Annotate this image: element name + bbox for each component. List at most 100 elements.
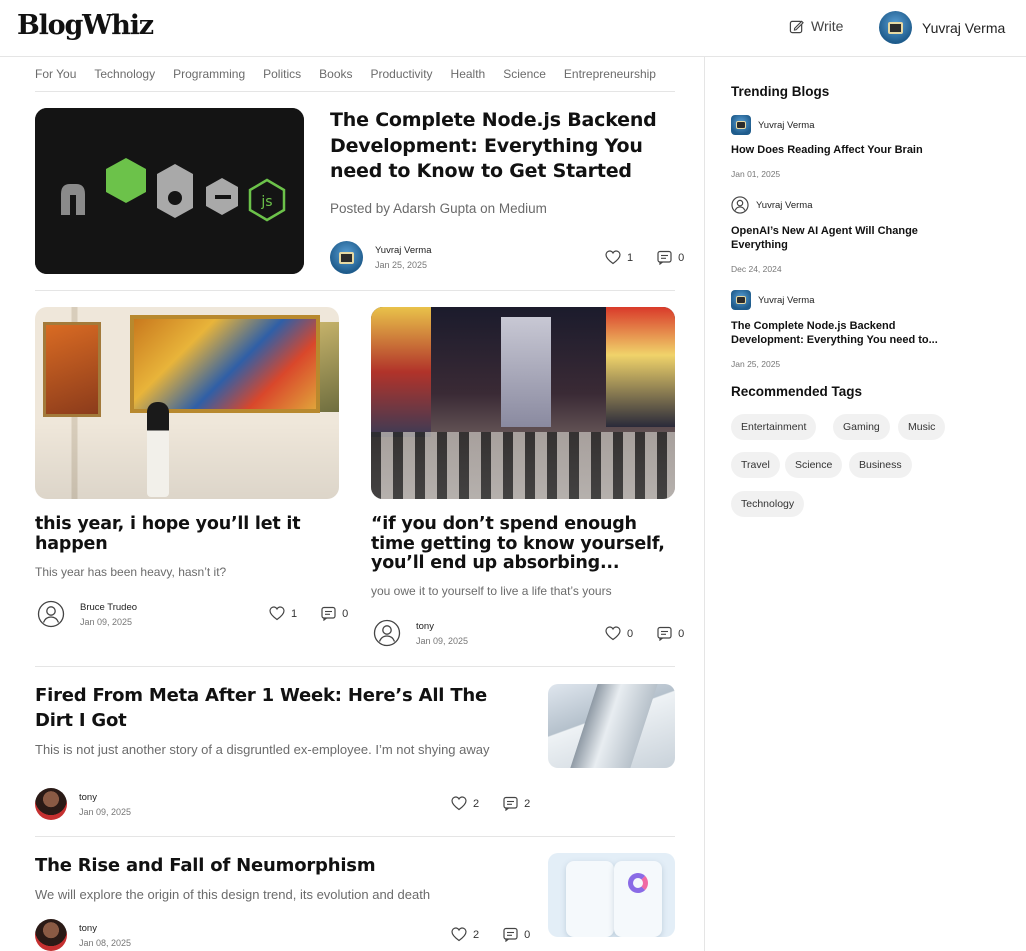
comment-count: 0 <box>678 627 685 640</box>
trending-title[interactable]: How Does Reading Affect Your Brain <box>731 143 971 157</box>
tag-music[interactable]: Music <box>898 414 946 440</box>
tag-travel[interactable]: Travel <box>731 452 780 478</box>
post-stats: 2 2 <box>451 796 530 811</box>
author-name: Yuvraj Verma <box>758 294 815 306</box>
user-outline-icon <box>373 619 401 647</box>
trending-date: Jan 01, 2025 <box>731 169 781 179</box>
post-title[interactable]: Fired From Meta After 1 Week: Here’s All… <box>35 683 525 733</box>
comment-icon[interactable] <box>657 250 672 265</box>
like-count: 2 <box>473 797 480 810</box>
category-books[interactable]: Books <box>319 58 352 90</box>
user-avatar <box>879 11 912 44</box>
section-divider <box>35 290 675 291</box>
trending-title[interactable]: The Complete Node.js Backend Development… <box>731 319 966 347</box>
column-divider <box>704 57 705 951</box>
featured-author[interactable]: Yuvraj Verma Jan 25, 2025 <box>330 241 432 274</box>
category-nav: For You Technology Programming Politics Book… <box>35 58 675 92</box>
comment-icon[interactable] <box>657 626 672 641</box>
like-count: 2 <box>473 928 480 941</box>
tag-entertainment[interactable]: Entertainment <box>731 414 817 440</box>
trending-author[interactable]: Yuvraj Verma <box>731 196 813 214</box>
user-outline-icon <box>731 196 749 214</box>
featured-title[interactable]: The Complete Node.js Backend Development… <box>330 108 670 185</box>
category-productivity[interactable]: Productivity <box>371 58 433 90</box>
tag-science[interactable]: Science <box>785 452 843 478</box>
like-count: 1 <box>291 607 298 620</box>
top-header: BlogWhiz Write Yuvraj Verma <box>0 0 1026 57</box>
comment-count: 0 <box>678 251 685 264</box>
post-stats: 0 0 <box>605 626 684 641</box>
post-thumbnail-neumorphism[interactable] <box>548 853 675 937</box>
post-author[interactable]: tony Jan 08, 2025 <box>35 919 131 951</box>
post-subtitle: you owe it to yourself to live a life th… <box>371 584 612 598</box>
write-label: Write <box>811 18 844 34</box>
heart-icon[interactable] <box>451 796 467 811</box>
edit-icon <box>789 19 804 34</box>
nodejs-logo: js <box>35 108 304 274</box>
tags-heading: Recommended Tags <box>731 384 863 399</box>
heart-icon[interactable] <box>269 606 285 621</box>
post-title[interactable]: The Rise and Fall of Neumorphism <box>35 853 525 878</box>
featured-subtitle: Posted by Adarsh Gupta on Medium <box>330 201 547 216</box>
post-date: Jan 08, 2025 <box>79 937 132 948</box>
author-name: Yuvraj Verma <box>375 245 432 256</box>
post-image-city[interactable] <box>371 307 675 499</box>
author-name: tony <box>79 791 97 803</box>
post-author[interactable]: tony Jan 09, 2025 <box>35 788 131 820</box>
comment-count: 0 <box>524 928 531 941</box>
author-name: tony <box>79 922 97 934</box>
section-divider <box>35 836 675 837</box>
author-name: Yuvraj Verma <box>758 119 815 131</box>
author-avatar <box>731 290 751 310</box>
comment-count: 2 <box>524 797 531 810</box>
category-for-you[interactable]: For You <box>35 58 76 90</box>
post-stats: 2 0 <box>451 927 530 942</box>
post-subtitle: This is not just another story of a disg… <box>35 742 490 757</box>
author-name: Yuvraj Verma <box>756 199 813 211</box>
user-outline-icon <box>37 600 65 628</box>
category-programming[interactable]: Programming <box>173 58 245 90</box>
post-author[interactable]: Bruce Trudeo Jan 09, 2025 <box>37 600 137 628</box>
category-technology[interactable]: Technology <box>94 58 155 90</box>
category-science[interactable]: Science <box>503 58 546 90</box>
post-stats: 1 0 <box>269 606 348 621</box>
featured-stats: 1 0 <box>605 250 684 265</box>
trending-heading: Trending Blogs <box>731 84 830 99</box>
write-button[interactable]: Write <box>789 18 843 34</box>
post-date: Jan 09, 2025 <box>416 635 469 646</box>
post-author[interactable]: tony Jan 09, 2025 <box>373 619 468 647</box>
post-date: Jan 25, 2025 <box>375 260 428 270</box>
post-title[interactable]: “if you don’t spend enough time getting … <box>371 514 675 574</box>
author-avatar <box>35 919 67 951</box>
user-name: Yuvraj Verma <box>922 19 1006 36</box>
tag-business[interactable]: Business <box>849 452 912 478</box>
post-title[interactable]: this year, i hope you’ll let it happen <box>35 514 335 554</box>
like-count: 1 <box>627 251 634 264</box>
tag-technology[interactable]: Technology <box>731 491 805 517</box>
category-entrepreneurship[interactable]: Entrepreneurship <box>564 58 656 90</box>
post-subtitle: This year has been heavy, hasn’t it? <box>35 565 227 579</box>
comment-icon[interactable] <box>503 927 518 942</box>
trending-title[interactable]: OpenAI’s New AI Agent Will Change Everyt… <box>731 224 951 252</box>
comment-icon[interactable] <box>321 606 336 621</box>
category-politics[interactable]: Politics <box>263 58 301 90</box>
heart-icon[interactable] <box>605 626 621 641</box>
trending-date: Jan 25, 2025 <box>731 359 781 369</box>
author-avatar <box>330 241 363 274</box>
heart-icon[interactable] <box>605 250 621 265</box>
author-name: Bruce Trudeo <box>80 601 138 613</box>
post-thumbnail-meta[interactable] <box>548 684 675 768</box>
user-menu[interactable]: Yuvraj Verma <box>879 11 1005 44</box>
app-logo[interactable]: BlogWhiz <box>17 10 154 41</box>
tag-gaming[interactable]: Gaming <box>833 414 890 440</box>
post-image-gallery[interactable] <box>35 307 339 499</box>
category-health[interactable]: Health <box>451 58 486 90</box>
comment-icon[interactable] <box>503 796 518 811</box>
trending-author[interactable]: Yuvraj Verma <box>731 115 815 135</box>
trending-author[interactable]: Yuvraj Verma <box>731 290 815 310</box>
heart-icon[interactable] <box>451 927 467 942</box>
author-avatar <box>35 788 67 820</box>
featured-image[interactable]: js <box>35 108 304 274</box>
trending-date: Dec 24, 2024 <box>731 264 782 274</box>
post-subtitle: We will explore the origin of this desig… <box>35 887 431 902</box>
